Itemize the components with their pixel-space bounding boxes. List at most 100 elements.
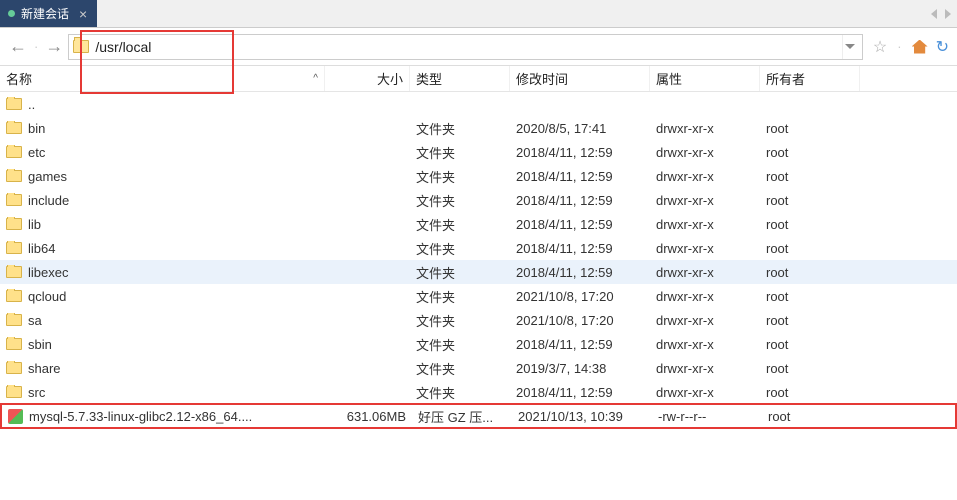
bookmark-icon[interactable]: ☆ (873, 37, 887, 57)
file-name: lib (28, 217, 41, 232)
table-row[interactable]: sa文件夹2021/10/8, 17:20drwxr-xr-xroot (0, 308, 957, 332)
file-list: ..bin文件夹2020/8/5, 17:41drwxr-xr-xrootetc… (0, 92, 957, 429)
cell-attr: drwxr-xr-x (650, 289, 760, 304)
cell-attr: drwxr-xr-x (650, 193, 760, 208)
forward-button[interactable]: → (44, 37, 64, 57)
table-row[interactable]: mysql-5.7.33-linux-glibc2.12-x86_64.... 6… (0, 403, 957, 429)
file-name: mysql-5.7.33-linux-glibc2.12-x86_64.... (29, 409, 252, 424)
header-type[interactable]: 类型 (410, 66, 510, 91)
table-row[interactable]: sbin 文件夹2018/4/11, 12:59drwxr-xr-xroot (0, 332, 957, 356)
cell-attr: drwxr-xr-x (650, 265, 760, 280)
folder-icon (73, 40, 89, 53)
folder-icon (6, 290, 22, 302)
cell-type: 文件夹 (410, 383, 510, 402)
address-path: /usr/local (95, 39, 836, 55)
cell-owner: root (760, 385, 860, 400)
table-row[interactable]: games文件夹2018/4/11, 12:59drwxr-xr-xroot (0, 164, 957, 188)
cell-attr: drwxr-xr-x (650, 121, 760, 136)
folder-icon (6, 362, 22, 374)
cell-type: 文件夹 (410, 311, 510, 330)
file-name: lib64 (28, 241, 55, 256)
cell-owner: root (760, 217, 860, 232)
cell-type: 文件夹 (410, 239, 510, 258)
chevron-down-icon (845, 44, 855, 49)
nav-separator: · (34, 39, 38, 54)
cell-attr: drwxr-xr-x (650, 217, 760, 232)
folder-icon (6, 218, 22, 230)
address-dropdown[interactable] (842, 35, 858, 59)
cell-attr: drwxr-xr-x (650, 313, 760, 328)
session-tab[interactable]: 新建会话 × (0, 0, 97, 27)
header-mtime[interactable]: 修改时间 (510, 66, 650, 91)
folder-icon (6, 266, 22, 278)
header-owner[interactable]: 所有者 (760, 66, 860, 91)
cell-owner: root (760, 169, 860, 184)
cell-type: 文件夹 (410, 191, 510, 210)
cell-type: 文件夹 (410, 215, 510, 234)
cell-mtime: 2018/4/11, 12:59 (510, 169, 650, 184)
file-name: qcloud (28, 289, 66, 304)
header-name[interactable]: 名称^ (0, 66, 325, 91)
cell-owner: root (762, 409, 862, 424)
toolbar: ← · → /usr/local ☆ · ↻ (0, 28, 957, 66)
status-dot-icon (8, 10, 15, 17)
cell-attr: drwxr-xr-x (650, 145, 760, 160)
sort-indicator-icon: ^ (313, 73, 318, 84)
refresh-icon[interactable]: ↻ (936, 37, 949, 57)
tab-title: 新建会话 (21, 5, 69, 22)
cell-type: 文件夹 (410, 143, 510, 162)
scroll-right-icon[interactable] (945, 9, 951, 19)
cell-owner: root (760, 121, 860, 136)
table-row[interactable]: share文件夹2019/3/7, 14:38drwxr-xr-xroot (0, 356, 957, 380)
cell-type: 文件夹 (410, 359, 510, 378)
cell-mtime: 2018/4/11, 12:59 (510, 217, 650, 232)
table-row[interactable]: src文件夹2018/4/11, 12:59drwxr-xr-xroot (0, 380, 957, 404)
cell-mtime: 2018/4/11, 12:59 (510, 265, 650, 280)
cell-attr: drwxr-xr-x (650, 241, 760, 256)
file-name: sa (28, 313, 42, 328)
table-row[interactable]: include文件夹2018/4/11, 12:59drwxr-xr-xroot (0, 188, 957, 212)
cell-size: 631.06MB (327, 409, 412, 424)
table-row[interactable]: etc文件夹2018/4/11, 12:59drwxr-xr-xroot (0, 140, 957, 164)
folder-icon (6, 242, 22, 254)
cell-mtime: 2018/4/11, 12:59 (510, 385, 650, 400)
cell-owner: root (760, 289, 860, 304)
column-headers: 名称^ 大小 类型 修改时间 属性 所有者 (0, 66, 957, 92)
cell-mtime: 2021/10/13, 10:39 (512, 409, 652, 424)
cell-owner: root (760, 265, 860, 280)
folder-icon (6, 194, 22, 206)
table-row[interactable]: bin文件夹2020/8/5, 17:41drwxr-xr-xroot (0, 116, 957, 140)
file-name: libexec (28, 265, 68, 280)
file-name: games (28, 169, 67, 184)
close-icon[interactable]: × (79, 6, 87, 22)
table-row[interactable]: lib 文件夹2018/4/11, 12:59drwxr-xr-xroot (0, 212, 957, 236)
header-size[interactable]: 大小 (325, 66, 410, 91)
tab-bar: 新建会话 × (0, 0, 957, 28)
archive-icon (8, 409, 23, 424)
table-row[interactable]: lib64文件夹2018/4/11, 12:59drwxr-xr-xroot (0, 236, 957, 260)
back-button[interactable]: ← (8, 37, 28, 57)
cell-mtime: 2019/3/7, 14:38 (510, 361, 650, 376)
header-attr[interactable]: 属性 (650, 66, 760, 91)
cell-owner: root (760, 193, 860, 208)
cell-mtime: 2018/4/11, 12:59 (510, 337, 650, 352)
table-row[interactable]: .. (0, 92, 957, 116)
file-name: .. (28, 97, 35, 112)
file-name: src (28, 385, 45, 400)
table-row[interactable]: qcloud文件夹2021/10/8, 17:20drwxr-xr-xroot (0, 284, 957, 308)
folder-icon (6, 122, 22, 134)
address-bar[interactable]: /usr/local (68, 34, 863, 60)
home-icon[interactable] (912, 40, 928, 54)
cell-mtime: 2020/8/5, 17:41 (510, 121, 650, 136)
cell-mtime: 2018/4/11, 12:59 (510, 241, 650, 256)
cell-owner: root (760, 313, 860, 328)
cell-attr: drwxr-xr-x (650, 337, 760, 352)
file-name: sbin (28, 337, 52, 352)
scroll-left-icon[interactable] (931, 9, 937, 19)
cell-owner: root (760, 337, 860, 352)
cell-attr: drwxr-xr-x (650, 361, 760, 376)
cell-mtime: 2018/4/11, 12:59 (510, 145, 650, 160)
table-row[interactable]: libexec文件夹2018/4/11, 12:59drwxr-xr-xroot (0, 260, 957, 284)
cell-type: 文件夹 (410, 335, 510, 354)
file-name: bin (28, 121, 45, 136)
